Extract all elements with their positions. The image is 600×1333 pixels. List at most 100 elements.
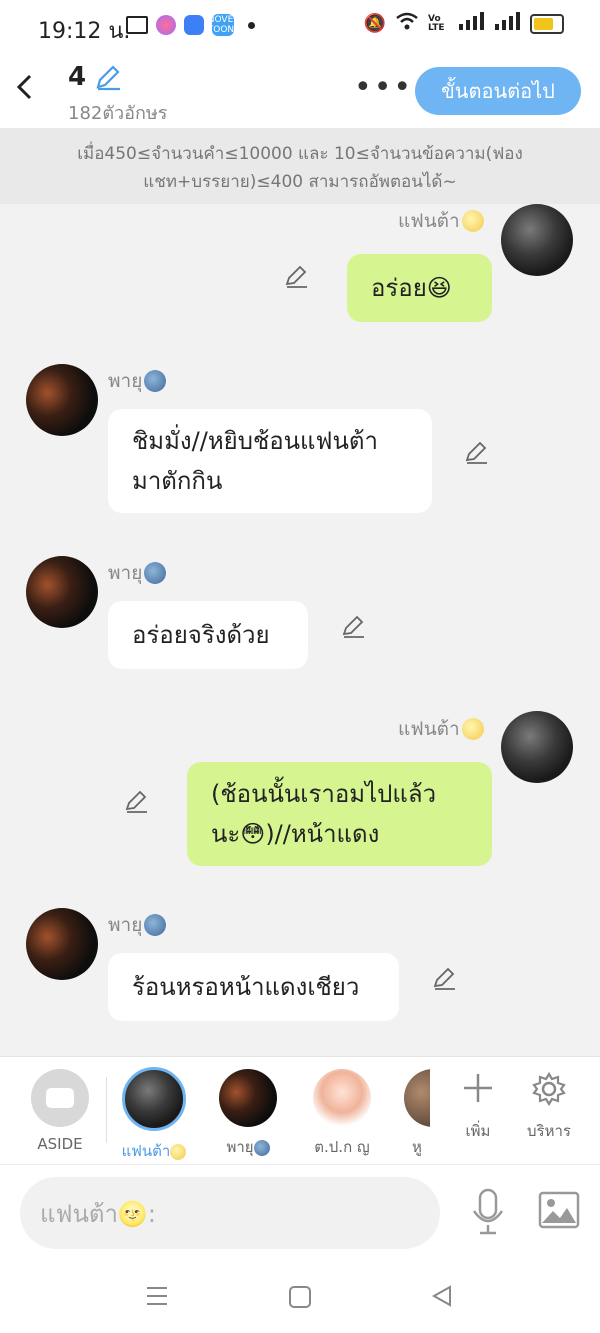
- back-nav-button[interactable]: [430, 1284, 454, 1312]
- triangle-back-icon: [431, 1285, 451, 1307]
- word-count-notice: เมื่อ450≤จำนวนคำ≤10000 และ 10≤จำนวนข้อคว…: [0, 128, 600, 204]
- character-label: หู: [412, 1138, 422, 1156]
- more-options-button[interactable]: •••: [354, 70, 413, 105]
- avatar-anime-girl: [313, 1069, 371, 1127]
- manage-label: บริหาร: [527, 1122, 571, 1140]
- message-bubble[interactable]: อร่อยจริงด้วย: [108, 601, 308, 669]
- image-button[interactable]: [538, 1191, 580, 1233]
- add-label: เพิ่ม: [465, 1122, 491, 1140]
- character-fourth[interactable]: หู: [404, 1069, 430, 1159]
- message-text: อร่อย😆: [371, 274, 452, 302]
- edit-message-button[interactable]: [432, 966, 458, 992]
- system-indicators: 🔕 Vo LTE: [364, 12, 564, 35]
- pencil-icon: [342, 615, 364, 638]
- status-time: 19:12 น.: [38, 19, 131, 44]
- gear-icon: [532, 1071, 566, 1107]
- speaker-name: พายุ: [108, 366, 167, 396]
- avatar-fanta[interactable]: [501, 711, 573, 783]
- speaker-name: แฟนต้า: [398, 206, 484, 236]
- avatar-payu[interactable]: [26, 556, 98, 628]
- aside-label: ASIDE: [37, 1135, 83, 1153]
- back-button[interactable]: [14, 72, 34, 110]
- signal-icon: [458, 12, 484, 35]
- message-text: ร้อนหรอหน้าแดงเชียว: [132, 973, 360, 1001]
- home-nav-button[interactable]: [288, 1285, 312, 1313]
- avatar-partial: [404, 1069, 430, 1127]
- wifi-icon: [396, 12, 418, 35]
- cast-divider: [106, 1077, 107, 1143]
- square-icon: [289, 1286, 311, 1308]
- system-nav-bar: [0, 1259, 600, 1333]
- next-step-button[interactable]: ขั้นตอนต่อไป: [415, 67, 581, 115]
- pencil-icon: [285, 265, 307, 288]
- avatar-payu[interactable]: [26, 364, 98, 436]
- edit-message-button[interactable]: [284, 264, 310, 290]
- message-text-line: (ช้อนนั้นเราอมไปแล้ว: [211, 780, 437, 808]
- speaker-label: พายุ: [108, 914, 143, 936]
- manage-characters-button[interactable]: บริหาร: [522, 1071, 576, 1143]
- character-third[interactable]: ต.ป.ก ญ: [306, 1069, 378, 1159]
- new-moon-face-icon: [144, 914, 167, 936]
- avatar-payu: [219, 1069, 277, 1127]
- mute-icon: 🔕: [363, 13, 386, 34]
- speaker-name: พายุ: [108, 910, 167, 940]
- character-selector: ASIDE แฟนต้า พายุ ต.ป.ก ญ หู เพิ่ม บริหา…: [0, 1056, 600, 1165]
- speaker-label: พายุ: [108, 370, 143, 392]
- message-text-line: ชิมมั่ง//หยิบช้อนแฟนต้า: [132, 427, 378, 455]
- message-bubble[interactable]: ร้อนหรอหน้าแดงเชียว: [108, 953, 399, 1021]
- chapter-title[interactable]: 4: [68, 62, 122, 92]
- message-bubble[interactable]: อร่อย😆: [347, 254, 492, 322]
- aside-icon: [31, 1069, 89, 1127]
- compose-bar: แฟนต้า🌝:: [0, 1164, 600, 1260]
- edit-message-button[interactable]: [464, 440, 490, 466]
- notification-icons: NOVEL TOON: [126, 14, 255, 36]
- speaker-name: พายุ: [108, 558, 167, 588]
- notice-line-1: เมื่อ450≤จำนวนคำ≤10000 และ 10≤จำนวนข้อคว…: [77, 144, 523, 164]
- star-app-icon: [156, 15, 176, 35]
- volte-icon: Vo LTE: [428, 13, 445, 33]
- menu-icon: [147, 1287, 167, 1305]
- pencil-icon[interactable]: [94, 63, 122, 91]
- character-fanta[interactable]: แฟนต้า: [118, 1067, 190, 1163]
- battery-icon: [530, 13, 564, 34]
- new-moon-face-icon: [253, 1139, 270, 1156]
- edit-message-button[interactable]: [124, 789, 150, 815]
- dot-icon: [248, 21, 255, 29]
- pencil-icon: [125, 790, 147, 813]
- microphone-button[interactable]: [470, 1187, 506, 1241]
- novel-toon-icon: NOVEL TOON: [207, 14, 239, 36]
- chat-area[interactable]: แฟนต้า อร่อย😆 พายุ ชิมมั่ง//หยิบช้อนแฟนต…: [0, 204, 600, 1056]
- menu-nav-button[interactable]: [145, 1285, 169, 1311]
- character-payu[interactable]: พายุ: [212, 1069, 284, 1159]
- chapter-number: 4: [68, 62, 87, 92]
- add-character-button[interactable]: เพิ่ม: [455, 1071, 501, 1143]
- message-text-line: มาตักกิน: [132, 467, 223, 495]
- aside-button[interactable]: ASIDE: [30, 1069, 90, 1153]
- speaker-label: พายุ: [108, 562, 143, 584]
- avatar-fanta[interactable]: [501, 204, 573, 276]
- avatar-fanta: [122, 1067, 186, 1131]
- moon-face-icon: [461, 718, 484, 740]
- new-moon-face-icon: [144, 370, 167, 392]
- message-bubble[interactable]: (ช้อนนั้นเราอมไปแล้ว นะ😳)//หน้าแดง: [187, 762, 492, 866]
- char-count: 182ตัวอักษร: [68, 103, 168, 124]
- pencil-icon: [433, 967, 455, 990]
- image-icon: [538, 1191, 580, 1229]
- app-bird-icon: [184, 15, 204, 35]
- avatar-payu[interactable]: [26, 908, 98, 980]
- edit-message-button[interactable]: [341, 614, 367, 640]
- speaker-label: แฟนต้า: [398, 718, 460, 740]
- microphone-icon: [472, 1188, 504, 1235]
- message-input[interactable]: แฟนต้า🌝:: [20, 1177, 440, 1249]
- message-bubble[interactable]: ชิมมั่ง//หยิบช้อนแฟนต้า มาตักกิน: [108, 409, 432, 513]
- message-text-line: นะ😳)//หน้าแดง: [211, 820, 380, 848]
- speaker-label: แฟนต้า: [398, 210, 460, 232]
- moon-face-icon: [461, 210, 484, 232]
- pencil-icon: [465, 441, 487, 464]
- character-label: พายุ: [212, 1135, 284, 1159]
- screen-icon: [126, 16, 148, 34]
- plus-icon: [464, 1074, 492, 1102]
- notice-line-2: แชท+บรรยาย)≤400 สามารถอัพตอนได้~: [143, 172, 457, 192]
- character-label: ต.ป.ก ญ: [314, 1138, 370, 1156]
- editor-header: 4 182ตัวอักษร ••• ขั้นตอนต่อไป: [0, 52, 600, 128]
